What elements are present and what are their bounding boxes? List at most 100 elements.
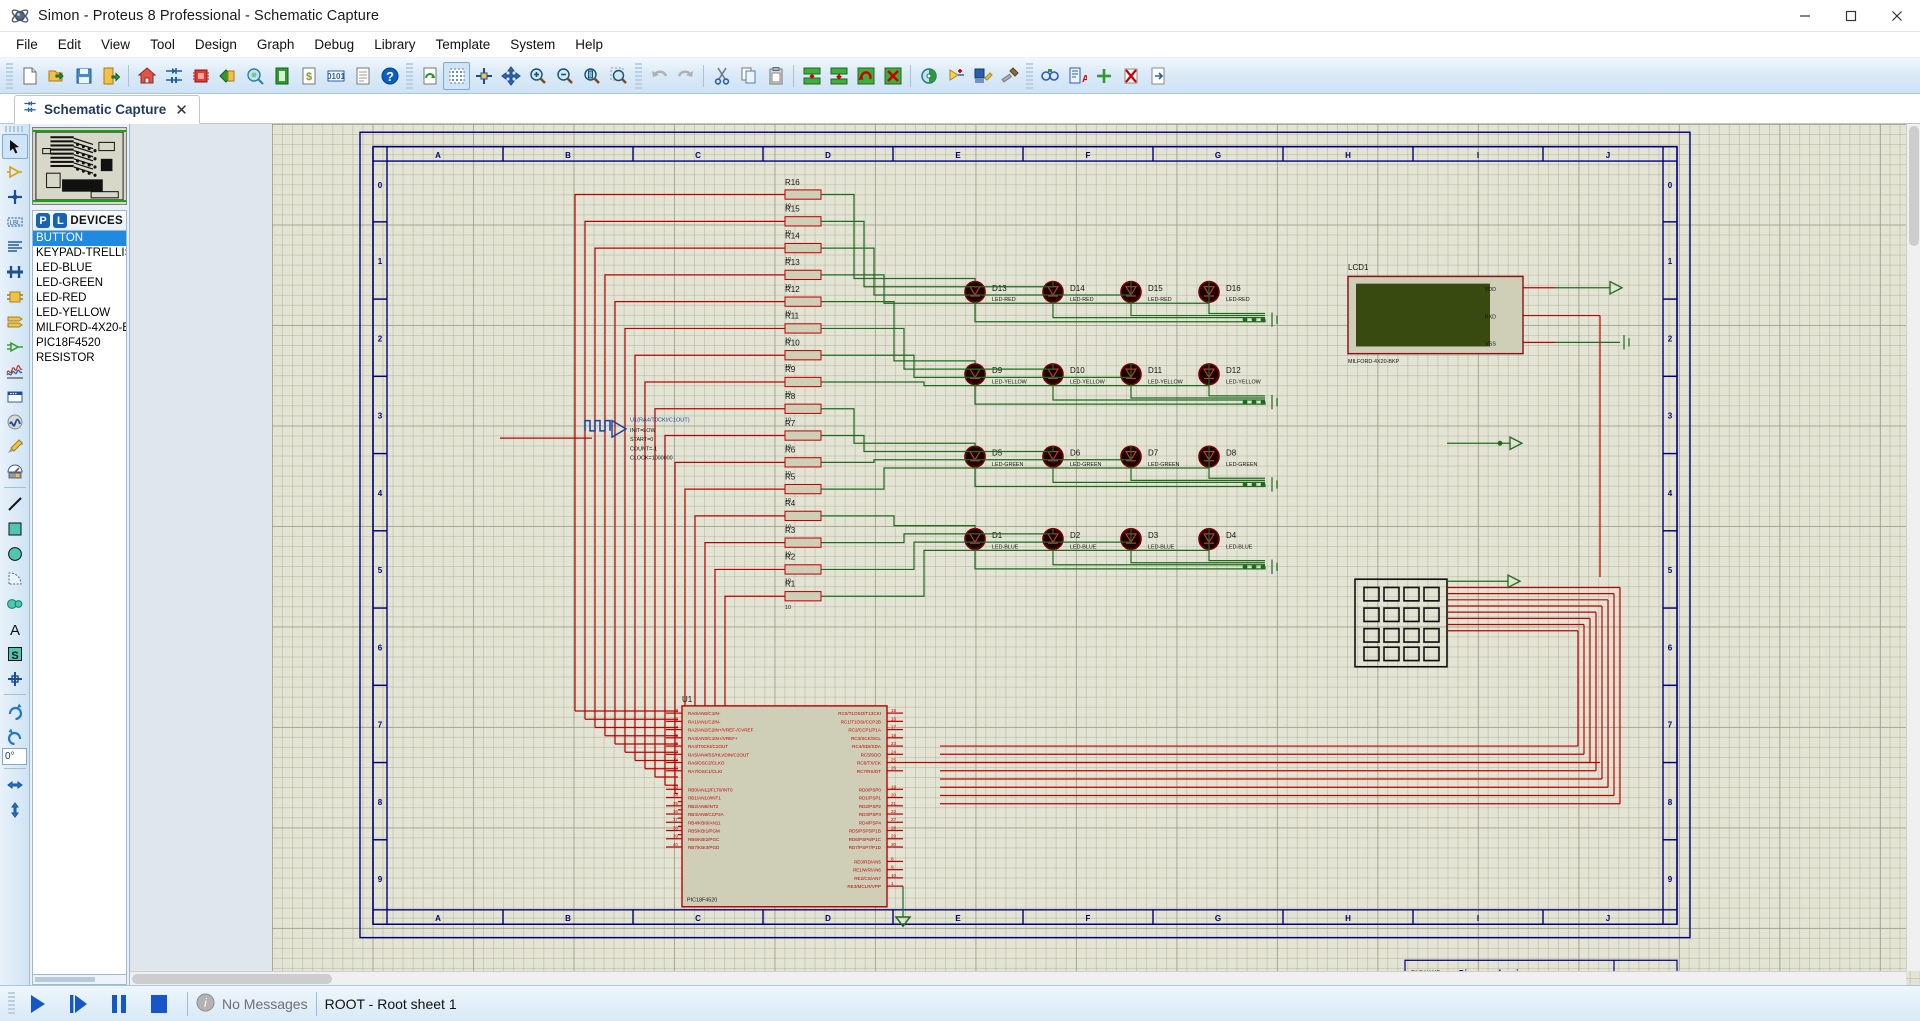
component-mode-icon[interactable] bbox=[2, 159, 28, 184]
toolbar-grip-4[interactable] bbox=[1026, 62, 1033, 89]
bus-mode-icon[interactable] bbox=[2, 259, 28, 284]
home-icon[interactable] bbox=[133, 62, 160, 90]
mirror-horizontal-icon[interactable] bbox=[2, 772, 28, 797]
menu-design[interactable]: Design bbox=[185, 34, 247, 55]
help-icon[interactable]: ? bbox=[376, 62, 403, 90]
menu-file[interactable]: File bbox=[6, 34, 48, 55]
device-item-led-green[interactable]: LED-GREEN bbox=[33, 276, 126, 291]
selection-mode-icon[interactable] bbox=[1, 134, 28, 159]
terminals-mode-icon[interactable] bbox=[2, 309, 28, 334]
toolbar-grip-2[interactable] bbox=[406, 62, 413, 89]
device-pins-mode-icon[interactable] bbox=[2, 334, 28, 359]
pcb-layout-icon[interactable] bbox=[187, 62, 214, 90]
device-item-led-yellow[interactable]: LED-YELLOW bbox=[33, 306, 126, 321]
paste-icon[interactable] bbox=[762, 62, 789, 90]
bill-of-materials-icon[interactable]: $ bbox=[295, 62, 322, 90]
design-explorer-icon[interactable] bbox=[241, 62, 268, 90]
block-move-icon[interactable] bbox=[825, 62, 852, 90]
device-item-pic18f4520[interactable]: PIC18F4520 bbox=[33, 336, 126, 351]
new-sheet-icon[interactable] bbox=[1090, 62, 1117, 90]
virtual-instruments-mode-icon[interactable] bbox=[2, 459, 28, 484]
device-item-milford-4x20-bk[interactable]: MILFORD-4X20-BK bbox=[33, 321, 126, 336]
devices-horizontal-scrollbar[interactable] bbox=[32, 975, 127, 985]
status-grip[interactable] bbox=[8, 991, 15, 1016]
device-item-led-red[interactable]: LED-RED bbox=[33, 291, 126, 306]
menu-tool[interactable]: Tool bbox=[140, 34, 185, 55]
close-project-icon[interactable] bbox=[97, 62, 124, 90]
device-item-button[interactable]: BUTTON bbox=[33, 231, 126, 246]
2d-text-icon[interactable]: A bbox=[2, 616, 28, 641]
maximize-button[interactable] bbox=[1828, 0, 1874, 32]
redo-icon[interactable] bbox=[672, 62, 699, 90]
device-item-led-blue[interactable]: LED-BLUE bbox=[33, 261, 126, 276]
schematic-capture-icon[interactable] bbox=[160, 62, 187, 90]
tab-close-icon[interactable]: ✕ bbox=[173, 101, 190, 119]
project-clock-icon[interactable]: 0101 bbox=[322, 62, 349, 90]
rail-grip[interactable] bbox=[4, 126, 25, 132]
zoom-area-icon[interactable] bbox=[605, 62, 632, 90]
toggle-grid-icon[interactable] bbox=[443, 61, 470, 90]
2d-circle-icon[interactable] bbox=[2, 541, 28, 566]
refresh-icon[interactable] bbox=[416, 62, 443, 90]
2d-arc-icon[interactable] bbox=[2, 566, 28, 591]
menu-help[interactable]: Help bbox=[565, 34, 613, 55]
menu-debug[interactable]: Debug bbox=[304, 34, 364, 55]
tape-recorder-mode-icon[interactable] bbox=[2, 384, 28, 409]
2d-marker-icon[interactable] bbox=[2, 666, 28, 691]
canvas-horizontal-scrollbar[interactable] bbox=[130, 971, 1906, 985]
undo-icon[interactable] bbox=[645, 62, 672, 90]
cut-icon[interactable] bbox=[708, 62, 735, 90]
device-item-resistor[interactable]: RESISTOR bbox=[33, 351, 126, 366]
rotate-clockwise-icon[interactable] bbox=[2, 698, 28, 723]
package-tool-icon[interactable] bbox=[969, 62, 996, 90]
tab-schematic-capture[interactable]: Schematic Capture ✕ bbox=[14, 95, 200, 124]
copy-icon[interactable] bbox=[735, 62, 762, 90]
canvas-vertical-scrollbar[interactable] bbox=[1906, 124, 1920, 971]
2d-symbol-icon[interactable]: S bbox=[2, 641, 28, 666]
mirror-vertical-icon[interactable] bbox=[2, 797, 28, 822]
exit-sheet-icon[interactable] bbox=[1144, 62, 1171, 90]
2d-box-icon[interactable] bbox=[2, 516, 28, 541]
erc-icon[interactable]: A bbox=[1063, 62, 1090, 90]
graph-mode-icon[interactable] bbox=[2, 359, 28, 384]
make-device-icon[interactable] bbox=[942, 62, 969, 90]
zoom-in-icon[interactable] bbox=[524, 62, 551, 90]
rotate-anticlockwise-icon[interactable] bbox=[2, 723, 28, 748]
3d-visualizer-icon[interactable] bbox=[214, 62, 241, 90]
zoom-out-icon[interactable] bbox=[551, 62, 578, 90]
pick-device-button[interactable]: P bbox=[36, 213, 51, 228]
gerber-viewer-icon[interactable] bbox=[268, 62, 295, 90]
schematic-canvas[interactable]: .wr { stroke:#c00000; stroke-width:1.2; … bbox=[130, 124, 1920, 985]
block-delete-icon[interactable] bbox=[879, 62, 906, 90]
device-item-keypad-trellis[interactable]: KEYPAD-TRELLIS bbox=[33, 246, 126, 261]
decompose-icon[interactable] bbox=[996, 62, 1023, 90]
voltage-probe-mode-icon[interactable] bbox=[2, 434, 28, 459]
step-icon[interactable] bbox=[59, 989, 99, 1019]
toolbar-grip[interactable] bbox=[6, 62, 13, 89]
wire-label-mode-icon[interactable]: LBL bbox=[2, 209, 28, 234]
menu-graph[interactable]: Graph bbox=[247, 34, 305, 55]
stop-icon[interactable] bbox=[139, 989, 179, 1019]
menu-system[interactable]: System bbox=[500, 34, 565, 55]
origin-icon[interactable] bbox=[470, 62, 497, 90]
pick-device-icon[interactable] bbox=[915, 62, 942, 90]
zoom-all-icon[interactable] bbox=[578, 62, 605, 90]
remove-sheet-icon[interactable] bbox=[1117, 62, 1144, 90]
menu-edit[interactable]: Edit bbox=[48, 34, 91, 55]
rotation-angle-field[interactable]: 0° bbox=[2, 748, 27, 765]
2d-path-icon[interactable] bbox=[2, 591, 28, 616]
pan-icon[interactable] bbox=[497, 62, 524, 90]
library-manager-button[interactable]: L bbox=[53, 213, 68, 228]
block-copy-icon[interactable] bbox=[798, 62, 825, 90]
new-file-icon[interactable] bbox=[16, 62, 43, 90]
close-button[interactable] bbox=[1874, 0, 1920, 32]
menu-view[interactable]: View bbox=[91, 34, 140, 55]
schematic-overview-preview[interactable] bbox=[32, 127, 127, 205]
netlist-icon[interactable] bbox=[1036, 62, 1063, 90]
save-icon[interactable] bbox=[70, 62, 97, 90]
pause-icon[interactable] bbox=[99, 989, 139, 1019]
minimize-button[interactable] bbox=[1782, 0, 1828, 32]
generator-mode-icon[interactable] bbox=[2, 409, 28, 434]
toolbar-grip-3[interactable] bbox=[635, 62, 642, 89]
play-icon[interactable] bbox=[19, 989, 59, 1019]
